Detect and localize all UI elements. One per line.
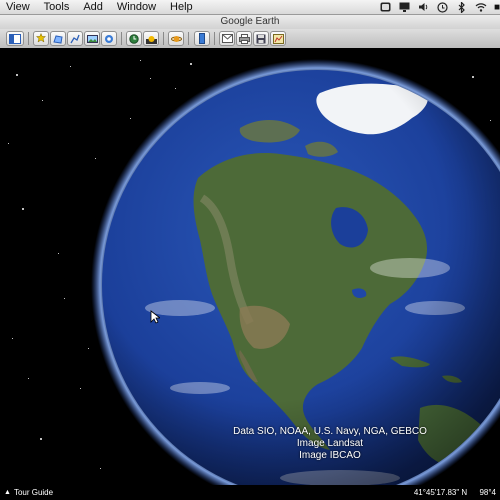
menu-add[interactable]: Add (76, 0, 110, 14)
status-icons: ■ (380, 0, 500, 14)
expand-arrow-icon: ▲ (4, 489, 11, 496)
star (64, 298, 65, 299)
planets-icon[interactable] (168, 31, 184, 46)
toolbar (0, 29, 500, 49)
image-overlay-icon[interactable] (84, 31, 100, 46)
polygon-icon[interactable] (50, 31, 66, 46)
latitude-readout: 41°45'17.83" N (413, 488, 468, 497)
menu-window[interactable]: Window (110, 0, 163, 14)
ruler-icon[interactable] (194, 31, 210, 46)
window-title-bar: Google Earth (0, 15, 500, 29)
window-title: Google Earth (220, 16, 280, 27)
status-bar: ▲ Tour Guide 41°45'17.83" N 98°4 (0, 485, 500, 500)
tour-guide-label: Tour Guide (13, 488, 54, 497)
sidebar-toggle-icon[interactable] (6, 31, 24, 46)
record-tour-icon[interactable] (101, 31, 117, 46)
star (8, 143, 9, 144)
email-icon[interactable] (219, 31, 235, 46)
star (22, 208, 24, 210)
menu-help[interactable]: Help (163, 0, 200, 14)
battery-icon[interactable]: ■ (494, 1, 500, 13)
imagery-attribution: Data SIO, NOAA, U.S. Navy, NGA, GEBCO Im… (210, 426, 450, 462)
print-icon[interactable] (236, 31, 252, 46)
bluetooth-icon[interactable] (456, 1, 468, 13)
wifi-icon[interactable] (475, 1, 487, 13)
mouse-cursor-icon (150, 310, 160, 324)
clock-icon[interactable] (437, 1, 449, 13)
star (12, 338, 13, 339)
volume-icon[interactable] (418, 1, 430, 13)
star (80, 388, 81, 389)
menu-bar: View Tools Add Window Help ■ (0, 0, 500, 15)
longitude-readout: 98°4 (479, 488, 496, 497)
save-image-icon[interactable] (253, 31, 269, 46)
view-in-maps-icon[interactable] (270, 31, 286, 46)
menu-tools[interactable]: Tools (37, 0, 77, 14)
star (70, 66, 71, 67)
star (40, 438, 42, 440)
star (28, 378, 29, 379)
path-icon[interactable] (67, 31, 83, 46)
sunlight-icon[interactable] (143, 31, 159, 46)
star (58, 253, 59, 254)
menu-view[interactable]: View (0, 0, 37, 14)
star (88, 348, 89, 349)
attribution-line-1: Data SIO, NOAA, U.S. Navy, NGA, GEBCO (233, 426, 427, 437)
app-status-icon[interactable] (380, 1, 392, 13)
placemark-icon[interactable] (33, 31, 49, 46)
tour-guide-button[interactable]: ▲ Tour Guide (4, 485, 53, 500)
historical-imagery-icon[interactable] (126, 31, 142, 46)
star (16, 74, 18, 76)
display-icon[interactable] (399, 1, 411, 13)
star (42, 100, 43, 101)
earth-viewport[interactable]: Data SIO, NOAA, U.S. Navy, NGA, GEBCO Im… (0, 48, 500, 485)
coordinates-readout: 41°45'17.83" N 98°4 (404, 485, 496, 500)
attribution-line-2: Image Landsat (296, 438, 364, 449)
attribution-line-3: Image IBCAO (299, 450, 361, 461)
earth-globe[interactable] (90, 58, 500, 485)
